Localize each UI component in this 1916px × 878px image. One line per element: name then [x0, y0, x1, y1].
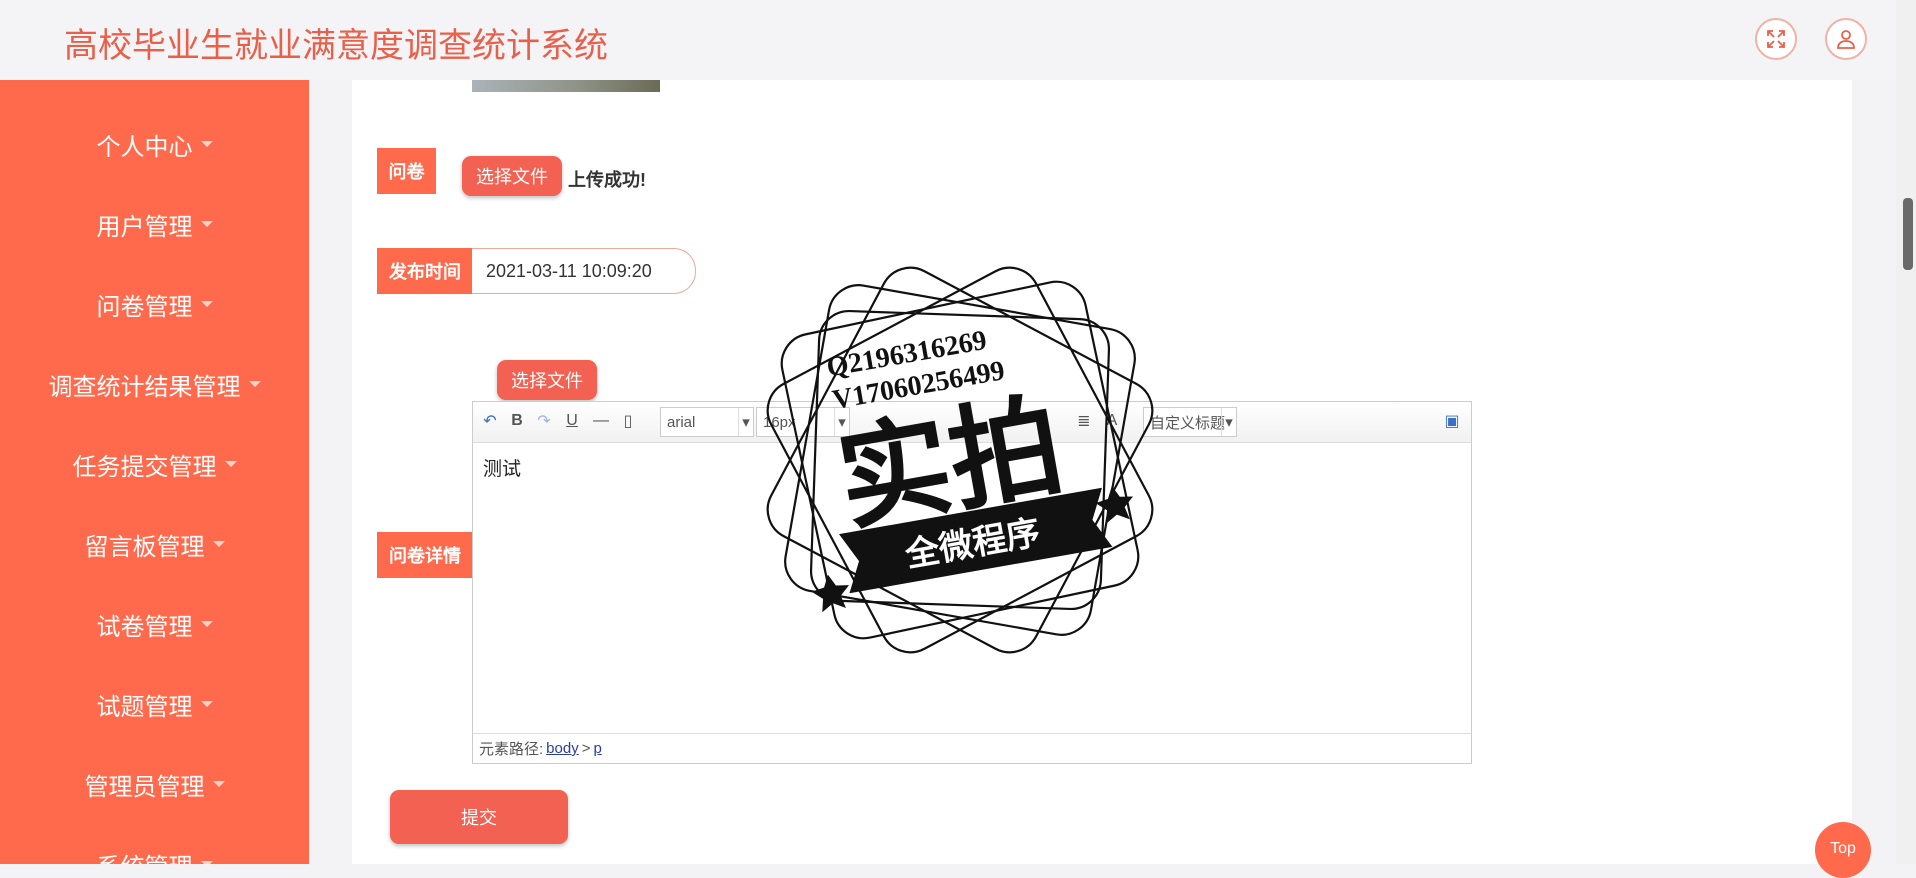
underline-icon[interactable]: U: [561, 410, 583, 432]
sidebar-item-personal-center[interactable]: 个人中心: [0, 114, 309, 174]
caret-down-icon: [200, 701, 213, 707]
publish-time-label: 发布时间: [377, 248, 473, 294]
dropdown-arrow-icon: ▾: [1221, 408, 1236, 436]
sidebar-item-questionnaires[interactable]: 问卷管理: [0, 274, 309, 334]
back-to-top-button[interactable]: Top: [1815, 822, 1871, 878]
sidebar-item-label: 个人中心: [96, 133, 193, 161]
editor-choose-file-button[interactable]: 选择文件: [497, 360, 597, 400]
sidebar: 个人中心 用户管理 问卷管理 调查统计结果管理 任务提交管理 留言板管理 试卷管…: [0, 80, 309, 864]
user-button[interactable]: [1825, 18, 1867, 60]
sidebar-item-label: 留言板管理: [84, 533, 205, 561]
watermark-stamp: Q2196316269 V17060256499 实拍 全微程序: [766, 266, 1154, 654]
sidebar-item-label: 问卷管理: [96, 293, 193, 321]
uploaded-image-thumbnail: [472, 80, 660, 92]
sidebar-item-survey-results[interactable]: 调查统计结果管理: [0, 354, 309, 414]
caret-down-icon: [212, 781, 225, 787]
sidebar-item-label: 调查统计结果管理: [48, 373, 241, 401]
path-body-link[interactable]: body: [546, 740, 579, 757]
undo-icon[interactable]: ↶: [479, 410, 501, 432]
page-icon[interactable]: ▯: [617, 410, 639, 432]
app-title: 高校毕业生就业满意度调查统计系统: [64, 27, 608, 65]
questionnaire-label: 问卷: [377, 148, 436, 194]
expand-icon: [1767, 30, 1785, 48]
questionnaire-details-label: 问卷详情: [377, 532, 473, 578]
caret-down-icon: [200, 221, 213, 227]
fullscreen-button[interactable]: [1755, 18, 1797, 60]
sidebar-item-label: 试题管理: [96, 693, 193, 721]
sidebar-item-exam-papers[interactable]: 试卷管理: [0, 594, 309, 654]
horizontal-rule-icon[interactable]: —: [590, 410, 612, 432]
caret-down-icon: [224, 461, 237, 467]
sidebar-item-label: 系统管理: [97, 847, 193, 865]
sidebar-item-label: 用户管理: [96, 213, 193, 241]
sidebar-item-label: 试卷管理: [96, 613, 193, 641]
publish-time-input[interactable]: 2021-03-11 10:09:20: [472, 248, 696, 294]
caret-down-icon: [212, 541, 225, 547]
element-path-bar: 元素路径: body > p: [473, 733, 1471, 763]
font-family-select[interactable]: arial ▾: [660, 407, 754, 437]
bold-icon[interactable]: B: [506, 410, 528, 432]
choose-file-button[interactable]: 选择文件: [462, 156, 562, 196]
sidebar-item-label: 管理员管理: [84, 773, 205, 801]
redo-icon[interactable]: ↷: [533, 410, 555, 432]
element-path-label: 元素路径:: [479, 741, 544, 758]
preview-icon[interactable]: ▣: [1441, 410, 1463, 432]
submit-button[interactable]: 提交: [390, 790, 568, 844]
caret-down-icon: [248, 381, 261, 387]
caret-down-icon: [200, 141, 213, 147]
upload-status: 上传成功!: [568, 170, 646, 190]
caret-down-icon: [200, 621, 213, 627]
sidebar-item-system[interactable]: 系统管理: [0, 834, 309, 864]
sidebar-item-label: 任务提交管理: [72, 453, 217, 481]
editor-content[interactable]: 测试: [483, 454, 521, 481]
path-p-link[interactable]: p: [593, 740, 601, 757]
sidebar-item-users[interactable]: 用户管理: [0, 194, 309, 254]
sidebar-item-message-board[interactable]: 留言板管理: [0, 514, 309, 574]
page-scrollbar[interactable]: [1896, 0, 1916, 864]
scrollbar-thumb[interactable]: [1903, 198, 1913, 270]
font-family-value: arial: [667, 413, 696, 431]
sidebar-item-task-submissions[interactable]: 任务提交管理: [0, 434, 309, 494]
sidebar-item-questions[interactable]: 试题管理: [0, 674, 309, 734]
sidebar-item-admins[interactable]: 管理员管理: [0, 754, 309, 814]
user-icon: [1837, 30, 1855, 49]
top-bar: 高校毕业生就业满意度调查统计系统: [0, 0, 1916, 80]
caret-down-icon: [200, 301, 213, 307]
path-separator: >: [581, 740, 591, 757]
